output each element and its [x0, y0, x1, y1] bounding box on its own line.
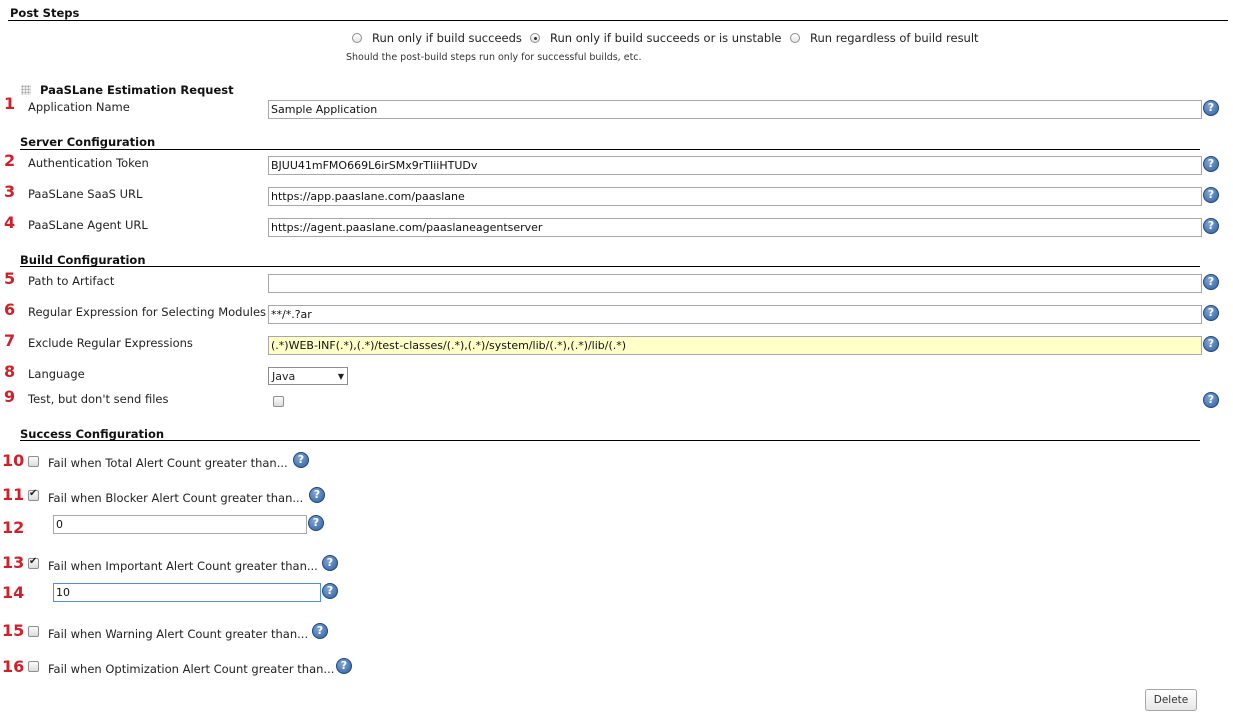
radio-run-if-unstable[interactable]: Run only if build succeeds or is unstabl…	[530, 31, 782, 45]
marker-8: 8	[4, 362, 16, 381]
total-alert-label: Fail when Total Alert Count greater than…	[48, 456, 288, 470]
important-alert-checkbox[interactable]	[28, 556, 39, 569]
delete-button[interactable]: Delete	[1145, 689, 1197, 711]
module-regex-input[interactable]	[268, 305, 1202, 324]
blocker-alert-checkbox[interactable]	[28, 488, 39, 501]
language-label: Language	[28, 367, 85, 381]
marker-14: 14	[2, 583, 25, 602]
total-alert-checkbox[interactable]	[28, 456, 39, 467]
help-icon[interactable]: ?	[1203, 274, 1219, 290]
help-icon[interactable]: ?	[1203, 305, 1219, 321]
marker-9: 9	[4, 387, 16, 406]
application-name-input[interactable]	[268, 100, 1202, 119]
radio-button[interactable]	[530, 33, 540, 43]
marker-11: 11	[2, 485, 25, 504]
blocker-threshold-input[interactable]	[53, 515, 307, 534]
language-select[interactable]: Java ▼	[268, 367, 348, 385]
success-config-title: Success Configuration	[20, 427, 165, 441]
marker-2: 2	[4, 151, 16, 170]
help-icon[interactable]: ?	[308, 515, 324, 531]
warning-alert-checkbox[interactable]	[28, 626, 39, 637]
marker-7: 7	[4, 331, 16, 350]
marker-16: 16	[2, 657, 25, 676]
help-icon[interactable]: ?	[1203, 336, 1219, 352]
radio-label: Run regardless of build result	[810, 31, 979, 45]
agent-url-input[interactable]	[268, 218, 1202, 237]
warning-alert-label: Fail when Warning Alert Count greater th…	[48, 627, 309, 641]
important-threshold-input[interactable]	[53, 583, 321, 602]
post-steps-hint: Should the post-build steps run only for…	[346, 52, 642, 63]
artifact-path-label: Path to Artifact	[28, 274, 115, 288]
help-icon[interactable]: ?	[1203, 392, 1219, 408]
marker-13: 13	[2, 553, 25, 572]
radio-run-if-succeeds[interactable]: Run only if build succeeds	[352, 31, 522, 45]
marker-6: 6	[4, 300, 16, 319]
marker-5: 5	[4, 269, 16, 288]
build-config-divider	[20, 266, 1200, 267]
post-steps-divider	[8, 20, 1228, 21]
post-steps-title: Post Steps	[10, 6, 80, 20]
auth-token-input[interactable]	[268, 156, 1202, 175]
optimization-alert-checkbox[interactable]	[28, 661, 39, 672]
marker-3: 3	[4, 182, 16, 201]
saas-url-input[interactable]	[268, 187, 1202, 206]
server-config-divider	[20, 149, 1200, 150]
test-mode-checkbox[interactable]	[273, 396, 284, 407]
language-selected-value: Java	[272, 369, 296, 383]
help-icon[interactable]: ?	[322, 555, 338, 571]
module-regex-label: Regular Expression for Selecting Modules	[28, 305, 267, 319]
test-mode-label: Test, but don't send files	[28, 392, 169, 406]
application-name-label: Application Name	[28, 100, 130, 114]
artifact-path-input[interactable]	[268, 274, 1202, 293]
help-icon[interactable]: ?	[1203, 156, 1219, 172]
help-icon[interactable]: ?	[309, 487, 325, 503]
radio-label: Run only if build succeeds or is unstabl…	[550, 31, 782, 45]
step-title: PaaSLane Estimation Request	[40, 83, 234, 97]
help-icon[interactable]: ?	[1203, 100, 1219, 116]
marker-4: 4	[4, 213, 16, 232]
help-icon[interactable]: ?	[312, 623, 328, 639]
auth-token-label: Authentication Token	[28, 156, 149, 170]
drag-handle-icon[interactable]	[21, 85, 31, 95]
marker-1: 1	[4, 94, 16, 113]
dropdown-arrow-icon: ▼	[337, 371, 344, 381]
radio-run-regardless[interactable]: Run regardless of build result	[790, 31, 979, 45]
help-icon[interactable]: ?	[1203, 187, 1219, 203]
server-config-title: Server Configuration	[20, 135, 156, 149]
marker-10: 10	[2, 451, 25, 470]
marker-15: 15	[2, 621, 25, 640]
help-icon[interactable]: ?	[1203, 218, 1219, 234]
help-icon[interactable]: ?	[322, 583, 338, 599]
success-config-divider	[20, 440, 1200, 441]
build-config-title: Build Configuration	[20, 253, 146, 267]
marker-12: 12	[2, 518, 25, 537]
important-alert-label: Fail when Important Alert Count greater …	[48, 559, 318, 573]
blocker-alert-label: Fail when Blocker Alert Count greater th…	[48, 491, 304, 505]
exclude-regex-label: Exclude Regular Expressions	[28, 336, 193, 350]
help-icon[interactable]: ?	[293, 452, 309, 468]
radio-button[interactable]	[352, 33, 362, 43]
help-icon[interactable]: ?	[336, 658, 352, 674]
saas-url-label: PaaSLane SaaS URL	[28, 187, 143, 201]
radio-button[interactable]	[790, 33, 800, 43]
radio-label: Run only if build succeeds	[372, 31, 522, 45]
optimization-alert-label: Fail when Optimization Alert Count great…	[48, 662, 335, 676]
agent-url-label: PaaSLane Agent URL	[28, 218, 148, 232]
exclude-regex-input[interactable]	[268, 336, 1202, 355]
